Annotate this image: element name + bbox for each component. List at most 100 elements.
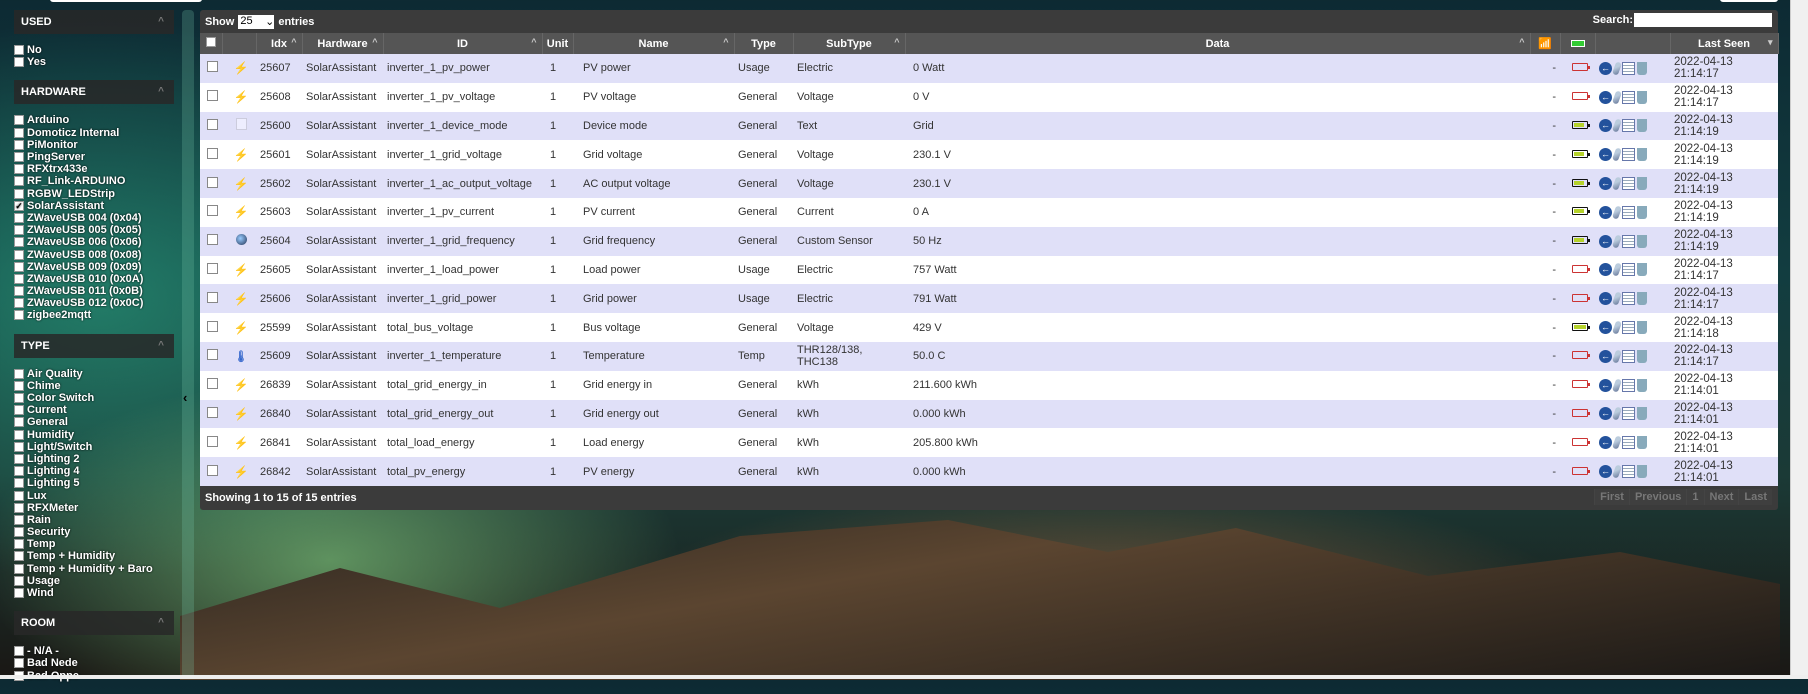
replace-icon[interactable]: ← [1599, 349, 1612, 363]
replace-icon[interactable]: ← [1599, 263, 1612, 277]
checkbox[interactable] [14, 502, 24, 513]
edit-pencil-icon[interactable] [1611, 464, 1623, 479]
log-icon[interactable] [1622, 119, 1635, 133]
col-hardware[interactable]: Hardware ^ [302, 33, 384, 54]
log-icon[interactable] [1622, 349, 1635, 363]
checkbox[interactable] [14, 478, 24, 489]
filter-item[interactable]: Lighting 4 [14, 465, 174, 477]
checkbox[interactable] [14, 563, 24, 574]
search-input[interactable] [1634, 13, 1772, 27]
table-row[interactable]: ⚡ 25601 SolarAssistant inverter_1_grid_v… [200, 140, 1778, 170]
checkbox[interactable] [14, 212, 24, 223]
filter-type-header[interactable]: TYPE ^ [14, 333, 174, 358]
next-page-button[interactable]: Next [1703, 488, 1739, 505]
checkbox[interactable] [14, 152, 24, 163]
row-checkbox[interactable] [207, 176, 218, 188]
replace-icon[interactable]: ← [1599, 465, 1612, 479]
table-row[interactable]: ⚡ 25603 SolarAssistant inverter_1_pv_cur… [200, 197, 1778, 227]
checkbox[interactable] [14, 127, 24, 138]
table-row[interactable]: 🌡 25609 SolarAssistant inverter_1_temper… [200, 341, 1778, 371]
checkbox[interactable] [14, 539, 24, 550]
edit-pencil-icon[interactable] [1611, 205, 1623, 220]
checkbox[interactable] [14, 405, 24, 416]
filter-item[interactable]: ZWaveUSB 012 (0x0C) [14, 297, 174, 309]
filter-item[interactable]: - N/A - [14, 645, 174, 657]
filter-item[interactable]: Bad Nede [14, 657, 174, 669]
log-icon[interactable] [1622, 177, 1635, 191]
checkbox[interactable] [14, 417, 24, 428]
checkbox[interactable] [14, 588, 24, 599]
checkbox[interactable] [14, 466, 24, 477]
filter-item[interactable]: Lighting 2 [14, 453, 174, 465]
edit-pencil-icon[interactable] [1611, 406, 1623, 422]
filter-hardware-header[interactable]: HARDWARE ^ [14, 80, 174, 105]
col-signal[interactable]: 📶 [1530, 33, 1561, 54]
replace-icon[interactable]: ← [1599, 321, 1612, 335]
trash-icon[interactable] [1637, 378, 1647, 392]
checkbox[interactable] [14, 441, 24, 452]
table-row[interactable]: ⚡ 25605 SolarAssistant inverter_1_load_p… [200, 255, 1778, 285]
replace-icon[interactable]: ← [1599, 61, 1612, 75]
log-icon[interactable] [1622, 407, 1635, 421]
filter-item[interactable]: PingServer [14, 151, 174, 163]
trash-icon[interactable] [1637, 407, 1647, 421]
previous-page-button[interactable]: Previous [1628, 488, 1687, 505]
select-all-checkbox[interactable] [200, 33, 223, 54]
page-scrollbar[interactable] [1790, 0, 1808, 679]
filter-item[interactable]: ZWaveUSB 004 (0x04) [14, 212, 174, 224]
checkbox[interactable] [14, 139, 24, 150]
filter-item[interactable]: Domoticz Internal [14, 127, 174, 139]
filter-item[interactable]: Yes [14, 56, 174, 68]
checkbox[interactable] [14, 658, 24, 669]
log-icon[interactable] [1622, 61, 1635, 75]
col-name[interactable]: Name ^ [573, 33, 735, 54]
row-checkbox[interactable] [207, 262, 218, 274]
checkbox[interactable]: ✓ [14, 200, 24, 211]
replace-icon[interactable]: ← [1599, 378, 1612, 392]
log-icon[interactable] [1622, 234, 1635, 248]
table-row[interactable]: ⚡ 25606 SolarAssistant inverter_1_grid_p… [200, 284, 1778, 314]
filter-item[interactable]: No [14, 44, 174, 56]
replace-icon[interactable]: ← [1599, 119, 1612, 133]
row-checkbox[interactable] [207, 118, 218, 130]
replace-icon[interactable]: ← [1599, 436, 1612, 450]
row-checkbox[interactable] [207, 464, 218, 476]
filter-item[interactable]: RGBW_LEDStrip [14, 188, 174, 200]
table-row[interactable]: 25600 SolarAssistant inverter_1_device_m… [200, 111, 1778, 141]
trash-icon[interactable] [1637, 436, 1647, 450]
row-checkbox[interactable] [207, 349, 218, 361]
col-last-seen[interactable]: Last Seen ▾ [1670, 33, 1779, 54]
log-icon[interactable] [1622, 90, 1635, 104]
first-page-button[interactable]: First [1594, 488, 1629, 505]
filter-item[interactable]: Wind [14, 587, 174, 599]
log-icon[interactable] [1622, 321, 1635, 335]
trash-icon[interactable] [1637, 119, 1647, 133]
table-row[interactable]: ⚡ 26839 SolarAssistant total_grid_energy… [200, 370, 1778, 400]
edit-pencil-icon[interactable] [1611, 262, 1623, 278]
edit-pencil-icon[interactable] [1611, 147, 1623, 162]
table-row[interactable]: 25604 SolarAssistant inverter_1_grid_fre… [200, 226, 1778, 256]
log-icon[interactable] [1622, 263, 1635, 277]
checkbox[interactable] [14, 429, 24, 440]
checkbox[interactable] [14, 490, 24, 501]
filter-item[interactable]: ZWaveUSB 006 (0x06) [14, 236, 174, 248]
checkbox[interactable] [14, 514, 24, 525]
checkbox[interactable] [14, 393, 24, 404]
row-checkbox[interactable] [207, 406, 218, 418]
table-row[interactable]: ⚡ 25602 SolarAssistant inverter_1_ac_out… [200, 169, 1778, 198]
checkbox[interactable] [14, 45, 24, 56]
log-icon[interactable] [1622, 205, 1635, 219]
trash-icon[interactable] [1637, 177, 1647, 191]
row-checkbox[interactable] [207, 205, 218, 217]
checkbox[interactable] [14, 57, 24, 68]
table-row[interactable]: ⚡ 25608 SolarAssistant inverter_1_pv_vol… [200, 82, 1778, 112]
filter-item[interactable]: Chime [14, 380, 174, 392]
filter-item[interactable]: Arduino [14, 114, 174, 126]
checkbox[interactable] [14, 551, 24, 562]
checkbox[interactable] [14, 188, 24, 199]
edit-pencil-icon[interactable] [1611, 176, 1623, 191]
row-checkbox[interactable] [207, 234, 218, 246]
edit-pencil-icon[interactable] [1611, 435, 1623, 450]
edit-pencil-icon[interactable] [1611, 234, 1623, 249]
trash-icon[interactable] [1637, 61, 1647, 75]
